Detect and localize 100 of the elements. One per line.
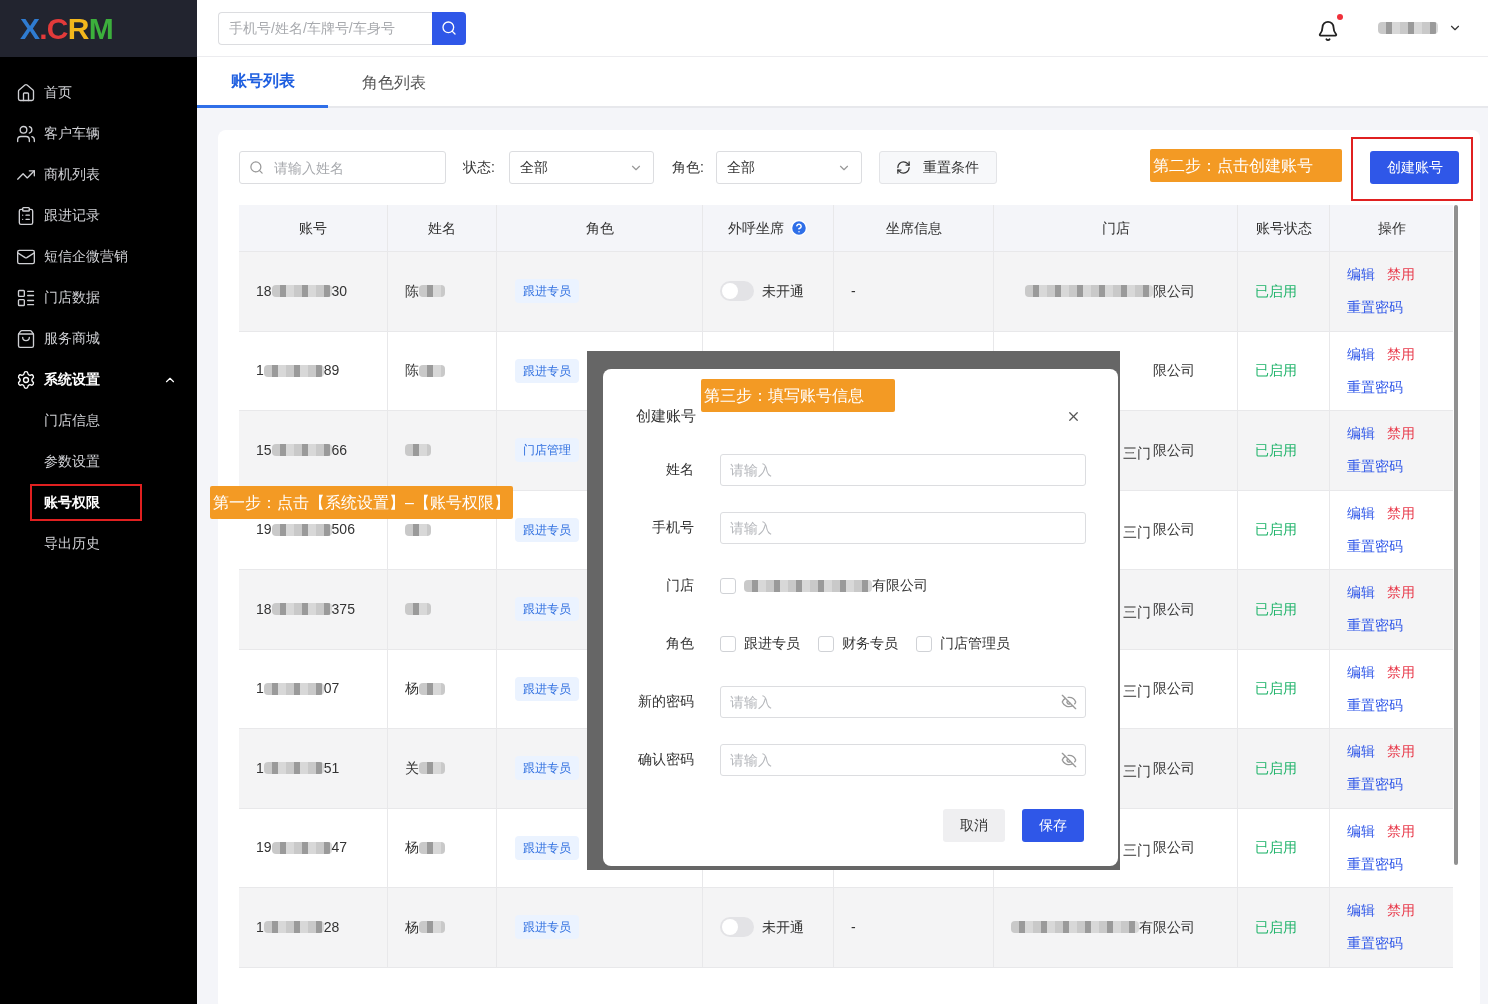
checkbox[interactable]	[720, 577, 736, 594]
reset-password-link[interactable]: 重置密码	[1347, 694, 1453, 716]
reset-password-link[interactable]: 重置密码	[1347, 933, 1453, 955]
reset-password-link[interactable]: 重置密码	[1347, 774, 1453, 796]
checkbox-label: 门店管理员	[940, 634, 1010, 653]
sidebar-item[interactable]: 商机列表	[0, 154, 197, 195]
create-account-button[interactable]: 创建账号	[1370, 151, 1459, 184]
column-header: 操作	[1377, 218, 1406, 238]
global-search-field[interactable]: 手机号/姓名/车牌号/车身号	[218, 11, 432, 45]
menu-icon	[16, 328, 36, 349]
sidebar-item[interactable]: 门店数据	[0, 277, 197, 318]
name-search-field[interactable]: 请输入姓名	[239, 151, 446, 184]
sidebar-item[interactable]: 首页	[0, 72, 197, 113]
edit-link[interactable]: 编辑	[1347, 582, 1375, 604]
tab[interactable]: 角色列表	[328, 57, 459, 108]
store-name-end: 限公司	[1153, 281, 1195, 301]
redaction-blur	[405, 523, 431, 536]
search-button[interactable]	[432, 11, 466, 45]
account-end: 30	[331, 281, 348, 301]
account-end: 66	[331, 440, 348, 460]
edit-link[interactable]: 编辑	[1347, 661, 1375, 683]
help-icon[interactable]	[790, 219, 808, 237]
store-prefix: 三门	[1123, 761, 1151, 781]
eye-off-icon[interactable]	[1061, 751, 1077, 768]
edit-link[interactable]: 编辑	[1347, 264, 1375, 286]
reset-password-link[interactable]: 重置密码	[1347, 456, 1453, 478]
logo-letter: C	[46, 13, 68, 44]
edit-link[interactable]: 编辑	[1347, 741, 1375, 763]
edit-link[interactable]: 编辑	[1347, 343, 1375, 365]
sidebar-item[interactable]: 客户车辆	[0, 113, 197, 154]
disable-link[interactable]: 禁用	[1387, 661, 1415, 683]
sidebar-item[interactable]: 短信企微营销	[0, 236, 197, 277]
disable-link[interactable]: 禁用	[1387, 343, 1415, 365]
name-start: 杨	[405, 838, 419, 858]
sidebar-item[interactable]: 跟进记录	[0, 195, 197, 236]
reset-password-link[interactable]: 重置密码	[1347, 853, 1453, 875]
account-status: 已启用	[1255, 917, 1297, 937]
reset-password-link[interactable]: 重置密码	[1347, 297, 1453, 319]
account-start: 18	[256, 281, 272, 301]
account-start: 1	[256, 679, 264, 699]
account-start: 1	[256, 361, 264, 381]
notification-bell-icon[interactable]	[1317, 20, 1339, 42]
redaction-blur	[263, 921, 324, 934]
logo-letter: .	[39, 13, 47, 44]
reset-password-link[interactable]: 重置密码	[1347, 615, 1453, 637]
store-name-end: 限公司	[1153, 679, 1195, 699]
store-prefix: 三门	[1123, 443, 1151, 463]
account-start: 1	[256, 758, 264, 778]
sidebar-subitem[interactable]: 导出历史	[32, 527, 112, 560]
store-name-end: 限公司	[1153, 838, 1195, 858]
sidebar-item[interactable]: 服务商城	[0, 318, 197, 359]
disable-link[interactable]: 禁用	[1387, 820, 1415, 842]
cancel-button[interactable]: 取消	[943, 808, 1005, 842]
status-select[interactable]: 全部	[508, 151, 654, 184]
password-field[interactable]: 请输入	[720, 743, 1086, 776]
store-prefix: 三门	[1123, 682, 1151, 702]
role-label: 角色:	[671, 158, 704, 177]
role-select[interactable]: 全部	[715, 151, 862, 184]
edit-link[interactable]: 编辑	[1347, 900, 1375, 922]
sidebar-item[interactable]: 系统设置	[0, 359, 197, 400]
checkbox[interactable]	[720, 635, 736, 652]
account-status: 已启用	[1255, 599, 1297, 619]
tab[interactable]: 账号列表	[197, 57, 328, 108]
sidebar-subitem[interactable]: 账号权限	[32, 486, 140, 519]
reset-password-link[interactable]: 重置密码	[1347, 535, 1453, 557]
input-field[interactable]: 请输入	[720, 453, 1086, 486]
reset-filters-button[interactable]: 重置条件	[878, 151, 997, 184]
disable-link[interactable]: 禁用	[1387, 582, 1415, 604]
toggle-switch[interactable]	[720, 281, 754, 302]
disable-link[interactable]: 禁用	[1387, 264, 1415, 286]
sidebar-subitem[interactable]: 门店信息	[32, 404, 112, 437]
store-name-end: 限公司	[1153, 520, 1195, 540]
redaction-blur	[271, 444, 332, 457]
checkbox[interactable]	[916, 635, 932, 652]
edit-link[interactable]: 编辑	[1347, 502, 1375, 524]
save-button[interactable]: 保存	[1022, 808, 1084, 842]
store-name-end: 限公司	[1153, 599, 1195, 619]
redaction-blur	[271, 841, 332, 854]
checkbox-label: 财务专员	[842, 634, 898, 653]
name-start: 陈	[405, 281, 419, 301]
column-header: 外呼坐席	[728, 218, 784, 238]
disable-link[interactable]: 禁用	[1387, 741, 1415, 763]
checkbox[interactable]	[818, 635, 834, 652]
store-name-end: 限公司	[1153, 361, 1195, 381]
disable-link[interactable]: 禁用	[1387, 423, 1415, 445]
annotation-label: 第一步：点击【系统设置】–【账号权限】	[210, 486, 513, 519]
toggle-switch[interactable]	[720, 917, 754, 938]
disable-link[interactable]: 禁用	[1387, 900, 1415, 922]
disable-link[interactable]: 禁用	[1387, 502, 1415, 524]
account-status: 已启用	[1255, 361, 1297, 381]
sidebar-subitem[interactable]: 参数设置	[32, 445, 112, 478]
input-field[interactable]: 请输入	[720, 511, 1086, 544]
edit-link[interactable]: 编辑	[1347, 820, 1375, 842]
edit-link[interactable]: 编辑	[1347, 423, 1375, 445]
field-label: 姓名	[665, 460, 694, 479]
redaction-blur	[419, 285, 445, 298]
password-field[interactable]: 请输入	[720, 685, 1086, 718]
scrollbar[interactable]	[1454, 205, 1458, 865]
reset-password-link[interactable]: 重置密码	[1347, 376, 1453, 398]
eye-off-icon[interactable]	[1061, 693, 1077, 710]
